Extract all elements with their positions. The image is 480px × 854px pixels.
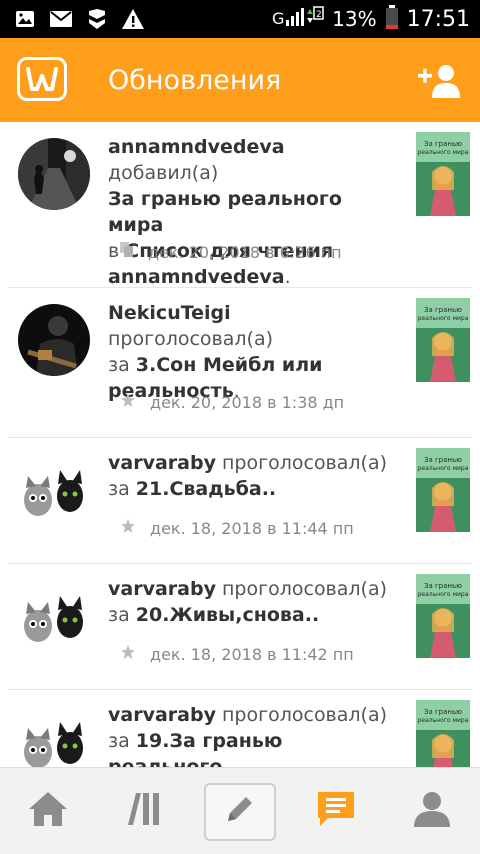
app-bar: Обновления xyxy=(0,38,480,122)
nav-profile[interactable] xyxy=(384,768,480,854)
svg-text:За гранью: За гранью xyxy=(424,708,462,716)
feed-item[interactable]: varvaraby проголосовал(а) за 21.Свадьба.… xyxy=(8,438,472,564)
svg-text:За гранью: За гранью xyxy=(424,140,462,148)
updates-icon xyxy=(318,792,354,831)
svg-text:реального мира: реального мира xyxy=(418,717,469,724)
library-icon xyxy=(126,791,162,832)
shield-icon xyxy=(86,8,108,30)
star-icon xyxy=(120,518,136,538)
battery-percent: 13% xyxy=(332,7,377,31)
svg-text:За гранью: За гранью xyxy=(424,306,462,314)
book-cover[interactable]: За гранью реального мира xyxy=(416,298,470,382)
book-cover[interactable]: За гранью реального мира xyxy=(416,574,470,658)
avatar[interactable] xyxy=(18,454,90,526)
clock: 17:51 xyxy=(406,6,470,32)
svg-text:реального мира: реального мира xyxy=(418,465,469,472)
feed-item-text: varvaraby проголосовал(а) за 19.За грань… xyxy=(108,704,388,767)
book-cover[interactable]: За гранью реального мира xyxy=(416,700,470,767)
nav-write[interactable] xyxy=(192,768,288,854)
feed-item-text: varvaraby проголосовал(а) за 20.Живы,сно… xyxy=(108,578,388,626)
feed-item-meta: дек. 20, 2018 в 1:38 дп xyxy=(120,392,344,412)
timestamp: дек. 20, 2018 в 6:26 пп xyxy=(148,242,342,262)
feed-item[interactable]: varvaraby проголосовал(а) за 20.Живы,сно… xyxy=(8,564,472,690)
mail-icon xyxy=(50,8,72,30)
book-cover[interactable]: За гранью реального мира xyxy=(416,132,470,216)
feed-item[interactable]: NekicuTeigi проголосовал(а) за 3.Сон Мей… xyxy=(8,288,472,438)
star-icon xyxy=(120,392,136,412)
gallery-icon xyxy=(14,8,36,30)
book-cover[interactable]: За гранью реального мира xyxy=(416,448,470,532)
avatar[interactable] xyxy=(18,304,90,376)
feed-item[interactable]: varvaraby проголосовал(а) за 19.За грань… xyxy=(8,690,472,767)
svg-text:реального мира: реального мира xyxy=(418,591,469,598)
timestamp: дек. 18, 2018 в 11:42 пп xyxy=(150,644,354,664)
svg-text:G: G xyxy=(272,9,284,28)
nav-home[interactable] xyxy=(0,768,96,854)
bottom-navigation xyxy=(0,767,480,854)
avatar[interactable] xyxy=(18,138,90,210)
write-button[interactable] xyxy=(204,782,276,841)
feed-item[interactable]: annamndvedeva добавил(а) За гранью реаль… xyxy=(8,122,472,288)
star-icon xyxy=(120,644,136,664)
avatar[interactable] xyxy=(18,580,90,652)
profile-icon xyxy=(414,791,450,832)
home-icon xyxy=(29,792,67,831)
nav-library[interactable] xyxy=(96,768,192,854)
add-person-icon[interactable] xyxy=(418,64,462,98)
nav-updates[interactable] xyxy=(288,768,384,854)
page-title: Обновления xyxy=(108,65,282,96)
timestamp: дек. 20, 2018 в 1:38 дп xyxy=(150,392,345,412)
warning-icon xyxy=(122,8,144,30)
svg-text:2: 2 xyxy=(316,10,322,20)
write-pencil-icon xyxy=(224,793,256,830)
svg-text:реального мира: реального мира xyxy=(418,315,469,322)
svg-text:За гранью: За гранью xyxy=(424,456,462,464)
avatar[interactable] xyxy=(18,706,90,767)
signal-icon: G2 xyxy=(272,4,324,35)
feed-item-text: annamndvedeva добавил(а) За гранью реаль… xyxy=(108,136,342,288)
feed-item-meta: дек. 18, 2018 в 11:42 пп xyxy=(120,644,354,664)
feed-item-text: varvaraby проголосовал(а) за 21.Свадьба.… xyxy=(108,452,388,500)
updates-feed: annamndvedeva добавил(а) За гранью реаль… xyxy=(0,122,480,767)
wattpad-logo-icon[interactable] xyxy=(17,57,67,101)
battery-icon xyxy=(385,4,399,34)
status-bar: G2 13% 17:51 xyxy=(0,0,480,38)
timestamp: дек. 18, 2018 в 11:44 пп xyxy=(150,518,354,538)
feed-item-meta: дек. 18, 2018 в 11:44 пп xyxy=(120,518,354,538)
feed-item-meta: дек. 20, 2018 в 6:26 пп xyxy=(120,242,342,262)
svg-text:реального мира: реального мира xyxy=(418,149,469,156)
feed-item-text: NekicuTeigi проголосовал(а) за 3.Сон Мей… xyxy=(108,302,323,402)
copy-icon xyxy=(120,242,134,262)
svg-text:За гранью: За гранью xyxy=(424,582,462,590)
